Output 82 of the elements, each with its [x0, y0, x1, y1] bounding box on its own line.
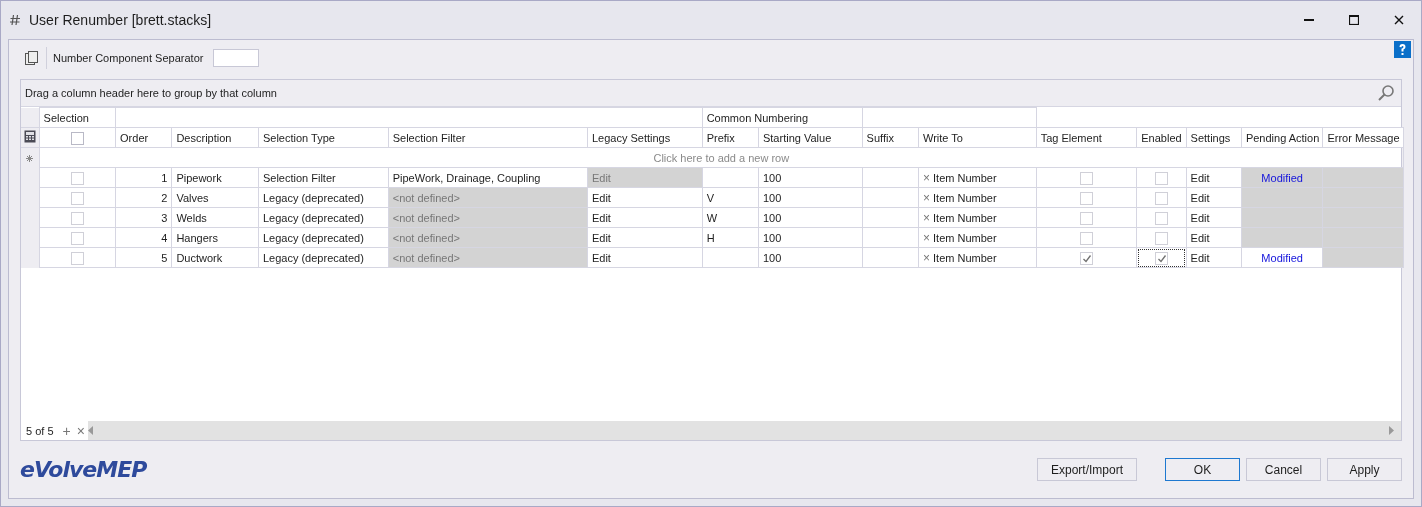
- copy-icon[interactable]: [24, 49, 40, 66]
- table-cell: 100: [762, 211, 782, 224]
- checkbox[interactable]: [70, 251, 84, 265]
- column-chooser-icon[interactable]: [23, 130, 36, 144]
- new-row-prompt[interactable]: Click here to add a new row: [653, 151, 790, 164]
- table-cell: Legacy (deprecated): [262, 211, 364, 224]
- table-cell: 4: [161, 231, 168, 244]
- clear-button[interactable]: ×: [922, 190, 930, 205]
- table-cell: Legacy (deprecated): [262, 191, 364, 204]
- table-cell: Legacy (deprecated): [262, 251, 364, 264]
- table-cell: <not defined>: [392, 231, 460, 244]
- hash-icon: [9, 14, 21, 26]
- checkbox[interactable]: [70, 131, 84, 145]
- table-cell: Item Number: [933, 191, 997, 204]
- checkbox[interactable]: [1079, 171, 1093, 185]
- table-cell: 2: [161, 191, 168, 204]
- status-text: Modified: [1261, 171, 1303, 184]
- maximize-button[interactable]: [1348, 15, 1359, 25]
- checkbox[interactable]: [1154, 231, 1168, 245]
- table-cell: Legacy (deprecated): [262, 231, 364, 244]
- record-counter: 5 of 5: [21, 421, 60, 441]
- checkbox[interactable]: [70, 211, 84, 225]
- table-cell: 3: [161, 211, 168, 224]
- logo: eVolveMEP: [20, 457, 147, 483]
- table-cell: H: [706, 231, 715, 244]
- dialog-button[interactable]: Export/Import: [1037, 458, 1137, 482]
- table-cell: W: [706, 211, 717, 224]
- table-cell: Item Number: [933, 171, 997, 184]
- table-cell: 5: [161, 251, 168, 264]
- table-cell: PipeWork, Drainage, Coupling: [392, 171, 541, 184]
- clear-button[interactable]: ×: [922, 210, 930, 225]
- help-icon[interactable]: [1394, 41, 1411, 58]
- table-cell: <not defined>: [392, 251, 460, 264]
- checkbox[interactable]: [1079, 231, 1093, 245]
- table-cell: Item Number: [933, 211, 997, 224]
- table-cell: 100: [762, 171, 782, 184]
- clear-button[interactable]: ×: [922, 250, 930, 265]
- checkbox[interactable]: [70, 231, 84, 245]
- edit-link[interactable]: Edit: [591, 211, 611, 224]
- checkbox[interactable]: [1079, 191, 1093, 205]
- table-cell: <not defined>: [392, 211, 460, 224]
- table-cell: 1: [161, 171, 168, 184]
- checkbox[interactable]: [1079, 251, 1093, 265]
- field-label: Number Component Separator: [53, 51, 204, 64]
- table-cell: Item Number: [933, 231, 997, 244]
- checkbox[interactable]: [1154, 211, 1168, 225]
- band-header: Common Numbering: [706, 111, 809, 124]
- status-text: Modified: [1261, 251, 1303, 264]
- table-cell: Pipework: [176, 171, 222, 184]
- checkbox[interactable]: [1154, 251, 1168, 265]
- group-panel-hint: Drag a column header here to group by that column: [25, 87, 277, 100]
- edit-link[interactable]: Edit: [591, 231, 611, 244]
- dialog-button[interactable]: Apply: [1327, 458, 1402, 482]
- new-row-icon: [26, 155, 34, 163]
- checkbox[interactable]: [70, 191, 84, 205]
- table-cell: <not defined>: [392, 191, 460, 204]
- checkbox[interactable]: [70, 171, 84, 185]
- close-button[interactable]: [1393, 15, 1404, 25]
- table-cell: Welds: [176, 211, 207, 224]
- table-cell: V: [706, 191, 714, 204]
- clear-button[interactable]: ×: [922, 230, 930, 245]
- band-header: Selection: [43, 111, 89, 124]
- table-cell: 100: [762, 191, 782, 204]
- checkbox[interactable]: [1154, 171, 1168, 185]
- table-cell: 100: [762, 231, 782, 244]
- table-cell: Item Number: [933, 251, 997, 264]
- table-cell: Hangers: [176, 231, 218, 244]
- table-cell: Selection Filter: [262, 171, 336, 184]
- edit-link[interactable]: Edit: [591, 251, 611, 264]
- table-cell: Valves: [176, 191, 209, 204]
- separator-field[interactable]: [213, 48, 260, 67]
- window-title: User Renumber [brett.stacks]: [29, 12, 212, 28]
- clear-button[interactable]: ×: [922, 170, 930, 185]
- table-cell: Ductwork: [176, 251, 223, 264]
- checkbox[interactable]: [1079, 211, 1093, 225]
- table-cell: 100: [762, 251, 782, 264]
- search-icon[interactable]: [1377, 84, 1395, 103]
- dialog-button[interactable]: Cancel: [1246, 458, 1321, 482]
- scroll-right-icon[interactable]: [1389, 426, 1395, 436]
- edit-link[interactable]: Edit: [591, 191, 611, 204]
- checkbox[interactable]: [1154, 191, 1168, 205]
- dialog-button[interactable]: OK: [1165, 458, 1240, 482]
